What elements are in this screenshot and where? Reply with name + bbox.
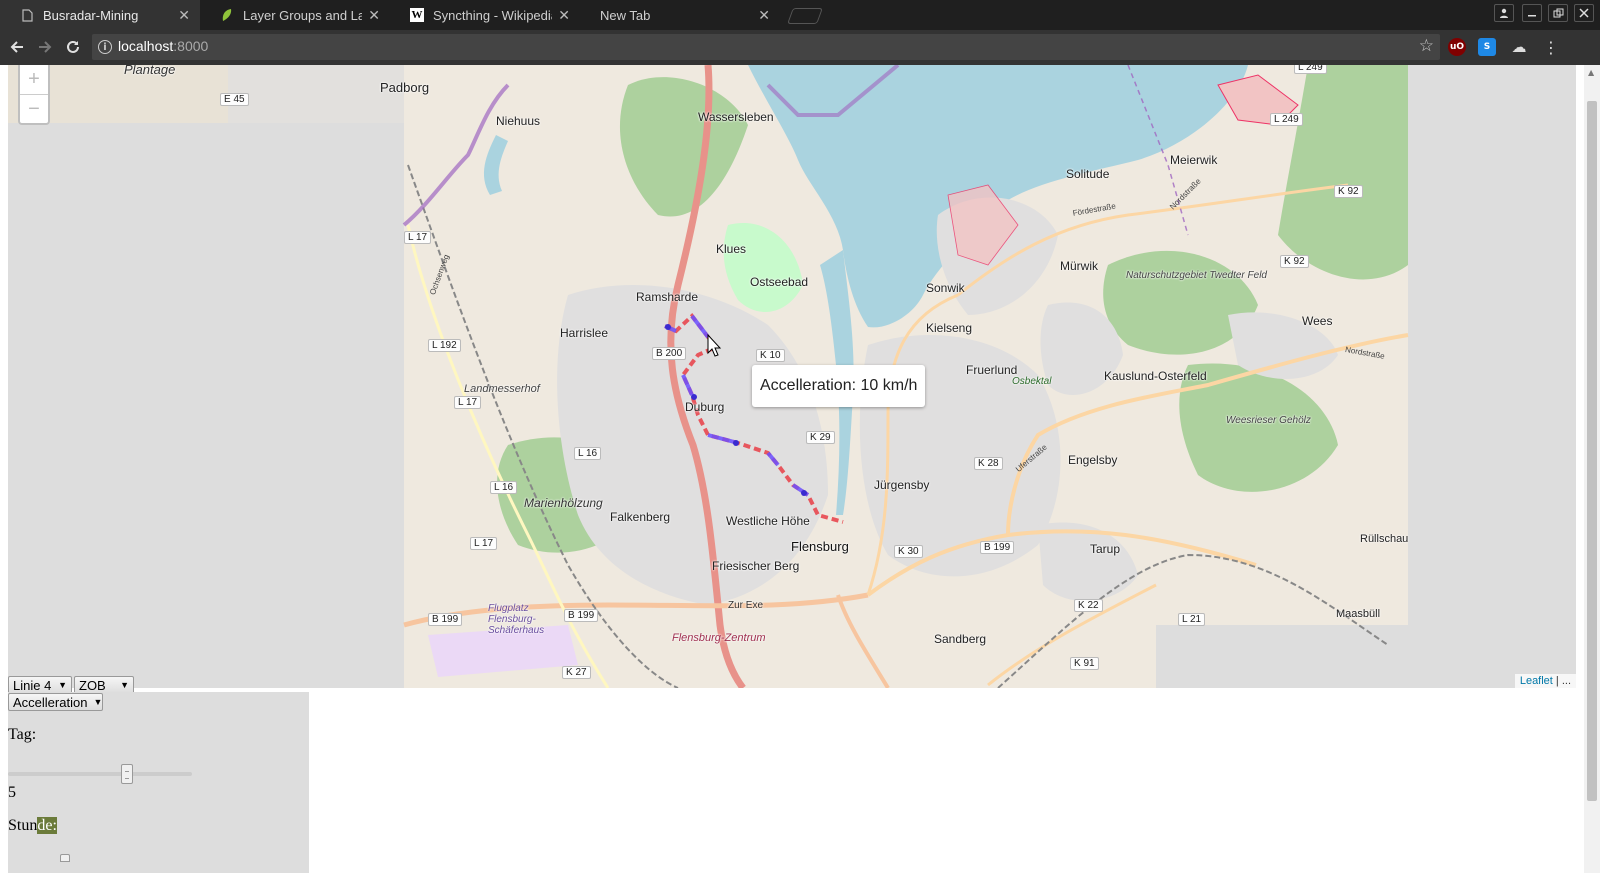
tab-title: Layer Groups and Layer [243, 7, 363, 23]
day-value: 5 [8, 784, 16, 801]
scroll-thumb[interactable] [1587, 101, 1597, 801]
leaflet-link[interactable]: Leaflet [1520, 675, 1553, 687]
close-icon[interactable]: ✕ [178, 7, 190, 24]
hour-slider-thumb[interactable] [60, 854, 70, 862]
hour-label: Stunde: [8, 817, 57, 835]
bookmark-star-icon[interactable]: ☆ [1419, 36, 1434, 56]
profile-icon[interactable] [1494, 4, 1514, 22]
browser-toolbar: i localhost:8000 ☆ uO S ☁ ⋮ [0, 30, 1600, 65]
metric-select[interactable]: Accelleration ▼ [8, 693, 103, 711]
forward-icon[interactable] [34, 36, 56, 58]
tab-title: New Tab [600, 7, 651, 23]
ublock-icon[interactable]: uO [1448, 38, 1466, 56]
zoom-out-button[interactable]: − [20, 94, 48, 123]
page-icon [20, 8, 34, 22]
leaflet-map[interactable]: Plantage Padborg Niehuus Wassersleben Klues O… [8, 65, 1576, 688]
cloud-sync-icon[interactable]: ☁ [1510, 38, 1528, 56]
close-icon[interactable]: ✕ [368, 7, 380, 24]
leaflet-icon [220, 8, 234, 22]
line-select-value: Linie 4 [13, 677, 52, 693]
tab-layer-groups[interactable]: Layer Groups and Layer ✕ [200, 0, 390, 30]
page-scrollbar[interactable]: ▲ [1584, 65, 1600, 873]
chevron-down-icon: ▼ [58, 680, 67, 690]
filter-panel: Accelleration ▼ Tag: 5 Stunde: [8, 692, 309, 873]
day-slider-thumb[interactable] [121, 764, 133, 784]
tab-busradar[interactable]: Busradar-Mining ✕ [0, 0, 200, 30]
back-icon[interactable] [6, 36, 28, 58]
s-extension-icon[interactable]: S [1478, 38, 1496, 56]
wikipedia-icon: W [410, 8, 424, 22]
zoom-in-button[interactable]: + [20, 65, 48, 94]
day-label: Tag: [8, 726, 37, 743]
attribution-rest: | ... [1552, 675, 1571, 687]
minimize-button[interactable] [1522, 4, 1542, 22]
stop-select-value: ZOB [79, 677, 106, 693]
menu-icon[interactable]: ⋮ [1540, 36, 1562, 58]
tab-strip: Busradar-Mining ✕ Layer Groups and Layer… [0, 0, 1600, 30]
metric-select-value: Accelleration [13, 694, 88, 710]
hour-label-selected: de: [37, 817, 57, 834]
close-icon[interactable]: ✕ [758, 7, 770, 24]
scroll-up-arrow-icon[interactable]: ▲ [1588, 68, 1594, 77]
tab-title: Busradar-Mining [43, 7, 139, 23]
close-icon[interactable]: ✕ [558, 7, 570, 24]
day-slider-track[interactable] [8, 772, 192, 776]
close-window-button[interactable] [1574, 4, 1594, 22]
restore-button[interactable] [1548, 4, 1568, 22]
tab-syncthing[interactable]: W Syncthing - Wikipedia ✕ [390, 0, 580, 30]
page-content: Plantage Padborg Niehuus Wassersleben Klues O… [0, 65, 1600, 873]
map-attribution: Leaflet | ... [1514, 674, 1576, 688]
info-icon[interactable]: i [98, 40, 112, 54]
chevron-down-icon: ▼ [120, 680, 129, 690]
url-port: :8000 [173, 38, 209, 54]
zoom-control: + − [18, 65, 50, 125]
map-tooltip: Accelleration: 10 km/h [752, 365, 926, 407]
tab-title: Syncthing - Wikipedia [433, 7, 553, 23]
hour-label-a: Stun [8, 817, 38, 834]
chevron-down-icon: ▼ [93, 697, 103, 707]
url-text: localhost:8000 [118, 38, 208, 54]
new-tab-button[interactable] [787, 8, 823, 24]
url-host: localhost [118, 38, 174, 54]
address-bar[interactable]: i localhost:8000 ☆ [92, 34, 1440, 60]
tab-new[interactable]: New Tab ✕ [580, 0, 780, 30]
reload-icon[interactable] [62, 36, 84, 58]
